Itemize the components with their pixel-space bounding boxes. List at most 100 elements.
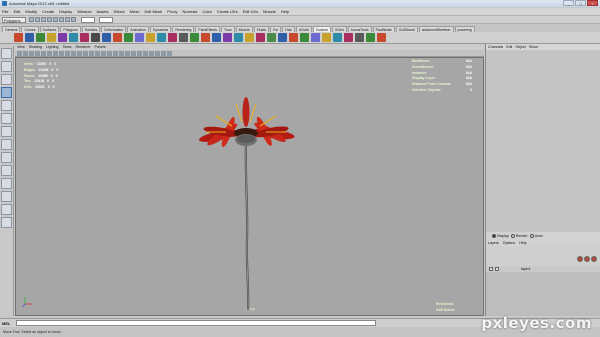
shelf-tool-icon[interactable] — [278, 33, 287, 42]
status-button[interactable] — [53, 17, 58, 22]
panel-toolbar-icon[interactable] — [125, 50, 130, 56]
panel-toolbar-icon[interactable] — [41, 50, 46, 56]
menu-edit-uvs[interactable]: Edit UVs — [243, 9, 259, 14]
menu-help[interactable]: Help — [281, 9, 289, 14]
lasso-tool-icon[interactable] — [1, 61, 12, 72]
shelf-tool-icon[interactable] — [157, 33, 166, 42]
shelf-tool-icon[interactable] — [124, 33, 133, 42]
panel-toolbar-icon[interactable] — [83, 50, 88, 56]
menu-create[interactable]: Create — [42, 9, 54, 14]
panel-toolbar-icon[interactable] — [65, 50, 70, 56]
layer-mode-radio-display[interactable] — [492, 233, 496, 238]
shelf-tool-icon[interactable] — [102, 33, 111, 42]
rotate-tool-icon[interactable] — [1, 100, 12, 111]
status-input-field[interactable] — [81, 16, 95, 23]
shelf-tool-icon[interactable] — [344, 33, 353, 42]
panel-toolbar-icon[interactable] — [23, 50, 28, 56]
layer-mode-radio-anim[interactable] — [529, 233, 534, 238]
menu-normals[interactable]: Normals — [182, 9, 197, 14]
panel-toolbar-icon[interactable] — [77, 50, 82, 56]
status-button[interactable] — [41, 17, 46, 22]
paint-select-tool-icon[interactable] — [1, 74, 12, 85]
status-button[interactable] — [65, 17, 70, 22]
new-layer-from-selection-icon[interactable] — [584, 256, 590, 262]
layer-menu-layers[interactable]: Layers — [488, 241, 499, 245]
status-button[interactable] — [47, 17, 52, 22]
shelf-tool-icon[interactable] — [113, 33, 122, 42]
panel-toolbar-icon[interactable] — [29, 50, 34, 56]
panel-toolbar-icon[interactable] — [167, 50, 172, 56]
shelf-tool-icon[interactable] — [355, 33, 364, 42]
command-input[interactable] — [16, 320, 376, 326]
manipulator-tool-icon[interactable] — [1, 126, 12, 137]
panel-toolbar-icon[interactable] — [47, 50, 52, 56]
shelf-tool-icon[interactable] — [179, 33, 188, 42]
panel-menu-panels[interactable]: Panels — [95, 45, 106, 49]
shelf-tool-icon[interactable] — [201, 33, 210, 42]
layer-menu-help[interactable]: Help — [519, 241, 526, 245]
shelf-tool-icon[interactable] — [377, 33, 386, 42]
menu-color[interactable]: Color — [202, 9, 212, 14]
panel-toolbar-icon[interactable] — [107, 50, 112, 56]
shelf-tool-icon[interactable] — [69, 33, 78, 42]
panel-toolbar-icon[interactable] — [131, 50, 136, 56]
flower-model[interactable] — [16, 58, 485, 317]
panel-toolbar-icon[interactable] — [95, 50, 100, 56]
panel-toolbar-icon[interactable] — [149, 50, 154, 56]
shelf-tool-icon[interactable] — [322, 33, 331, 42]
channel-box-menu-edit[interactable]: Edit — [506, 45, 512, 49]
channel-box-menu-show[interactable]: Show — [529, 45, 538, 49]
shelf-tool-icon[interactable] — [146, 33, 155, 42]
menu-modify[interactable]: Modify — [25, 9, 37, 14]
shelf-tool-icon[interactable] — [234, 33, 243, 42]
shelf-tool-icon[interactable] — [245, 33, 254, 42]
panel-toolbar-icon[interactable] — [161, 50, 166, 56]
layout-single-icon[interactable] — [1, 152, 12, 163]
scale-tool-icon[interactable] — [1, 113, 12, 124]
panel-toolbar-icon[interactable] — [101, 50, 106, 56]
shelf-tool-icon[interactable] — [311, 33, 320, 42]
shelf-tool-icon[interactable] — [223, 33, 232, 42]
layer-mode-radio-render[interactable] — [510, 233, 515, 238]
status-button[interactable] — [35, 17, 40, 22]
layout-outliner-icon[interactable] — [1, 191, 12, 202]
last-tool-icon[interactable] — [1, 139, 12, 150]
shelf-tool-icon[interactable] — [333, 33, 342, 42]
panel-menu-show[interactable]: Show — [63, 45, 72, 49]
menu-edit[interactable]: Edit — [13, 9, 20, 14]
minimize-button[interactable]: _ — [563, 0, 574, 6]
shelf-tool-icon[interactable] — [36, 33, 45, 42]
shelf-tool-icon[interactable] — [58, 33, 67, 42]
close-button[interactable]: × — [587, 0, 598, 6]
shelf-tool-icon[interactable] — [168, 33, 177, 42]
shelf-tool-icon[interactable] — [212, 33, 221, 42]
status-input-field[interactable] — [99, 16, 113, 23]
layer-options-icon[interactable] — [591, 256, 597, 262]
new-layer-icon[interactable] — [577, 256, 583, 262]
channel-box-body[interactable] — [486, 50, 600, 232]
panel-toolbar-icon[interactable] — [71, 50, 76, 56]
menu-assets[interactable]: Assets — [97, 9, 109, 14]
status-button[interactable] — [29, 17, 34, 22]
shelf-tool-icon[interactable] — [190, 33, 199, 42]
panel-toolbar-icon[interactable] — [143, 50, 148, 56]
panel-toolbar-icon[interactable] — [59, 50, 64, 56]
shelf-tool-icon[interactable] — [267, 33, 276, 42]
menu-proxy[interactable]: Proxy — [167, 9, 177, 14]
shelf-tool-icon[interactable] — [25, 33, 34, 42]
shelf-tool-icon[interactable] — [289, 33, 298, 42]
menu-mesh[interactable]: Mesh — [130, 9, 140, 14]
menuset-dropdown[interactable]: Polygons — [2, 16, 26, 23]
panel-toolbar-icon[interactable] — [35, 50, 40, 56]
menu-create-uvs[interactable]: Create UVs — [217, 9, 238, 14]
menu-window[interactable]: Window — [77, 9, 91, 14]
shelf-tool-icon[interactable] — [80, 33, 89, 42]
shelf-tool-icon[interactable] — [256, 33, 265, 42]
shelf-tool-icon[interactable] — [91, 33, 100, 42]
perspective-viewport[interactable]: Verts: 11580 0 0 Edges: 23248 0 0 Faces: 11596 0 0 T… — [15, 57, 496, 317]
panel-menu-lighting[interactable]: Lighting — [46, 45, 59, 49]
channel-box-menu-object[interactable]: Object — [515, 45, 525, 49]
shelf-tool-icon[interactable] — [135, 33, 144, 42]
panel-toolbar-icon[interactable] — [137, 50, 142, 56]
status-button[interactable] — [59, 17, 64, 22]
